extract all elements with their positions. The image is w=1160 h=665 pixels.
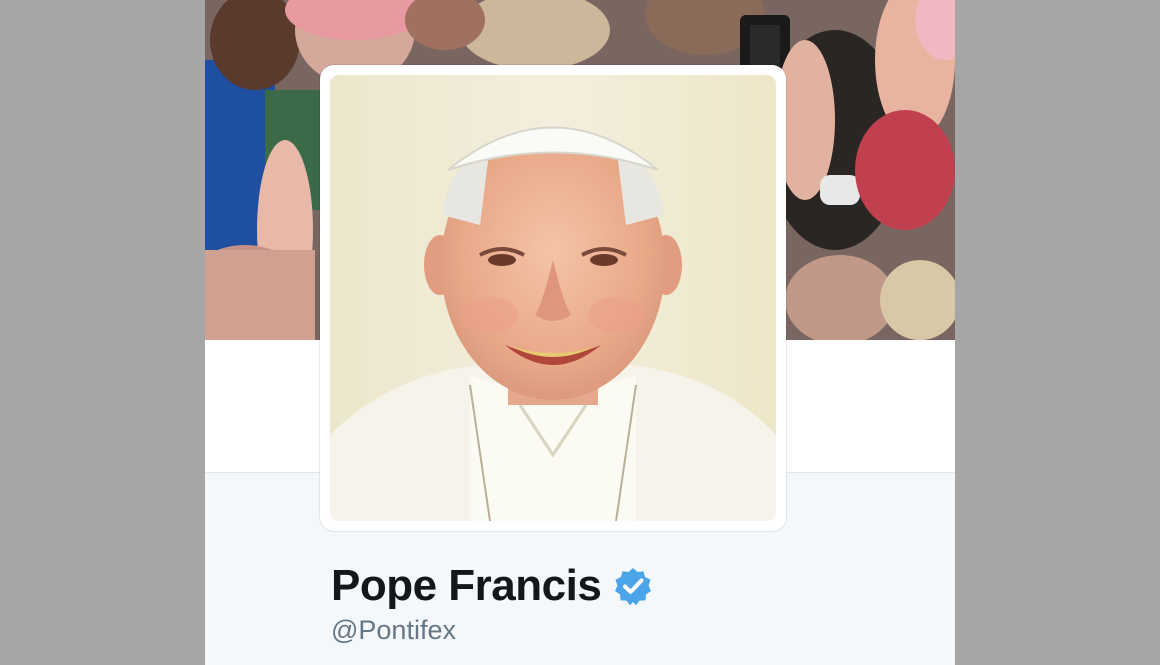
profile-avatar-photo: [330, 75, 776, 521]
profile-screen-name[interactable]: @Pontifex: [331, 612, 456, 648]
profile-card: Pope Francis @Pontifex: [205, 0, 955, 665]
verified-badge-icon: [613, 566, 653, 606]
profile-avatar[interactable]: [320, 65, 786, 531]
profile-display-name[interactable]: Pope Francis: [331, 556, 602, 616]
screenshot-stage: Pope Francis @Pontifex: [0, 0, 1160, 665]
profile-name-row: Pope Francis: [331, 556, 653, 616]
avatar-image: [330, 75, 776, 521]
